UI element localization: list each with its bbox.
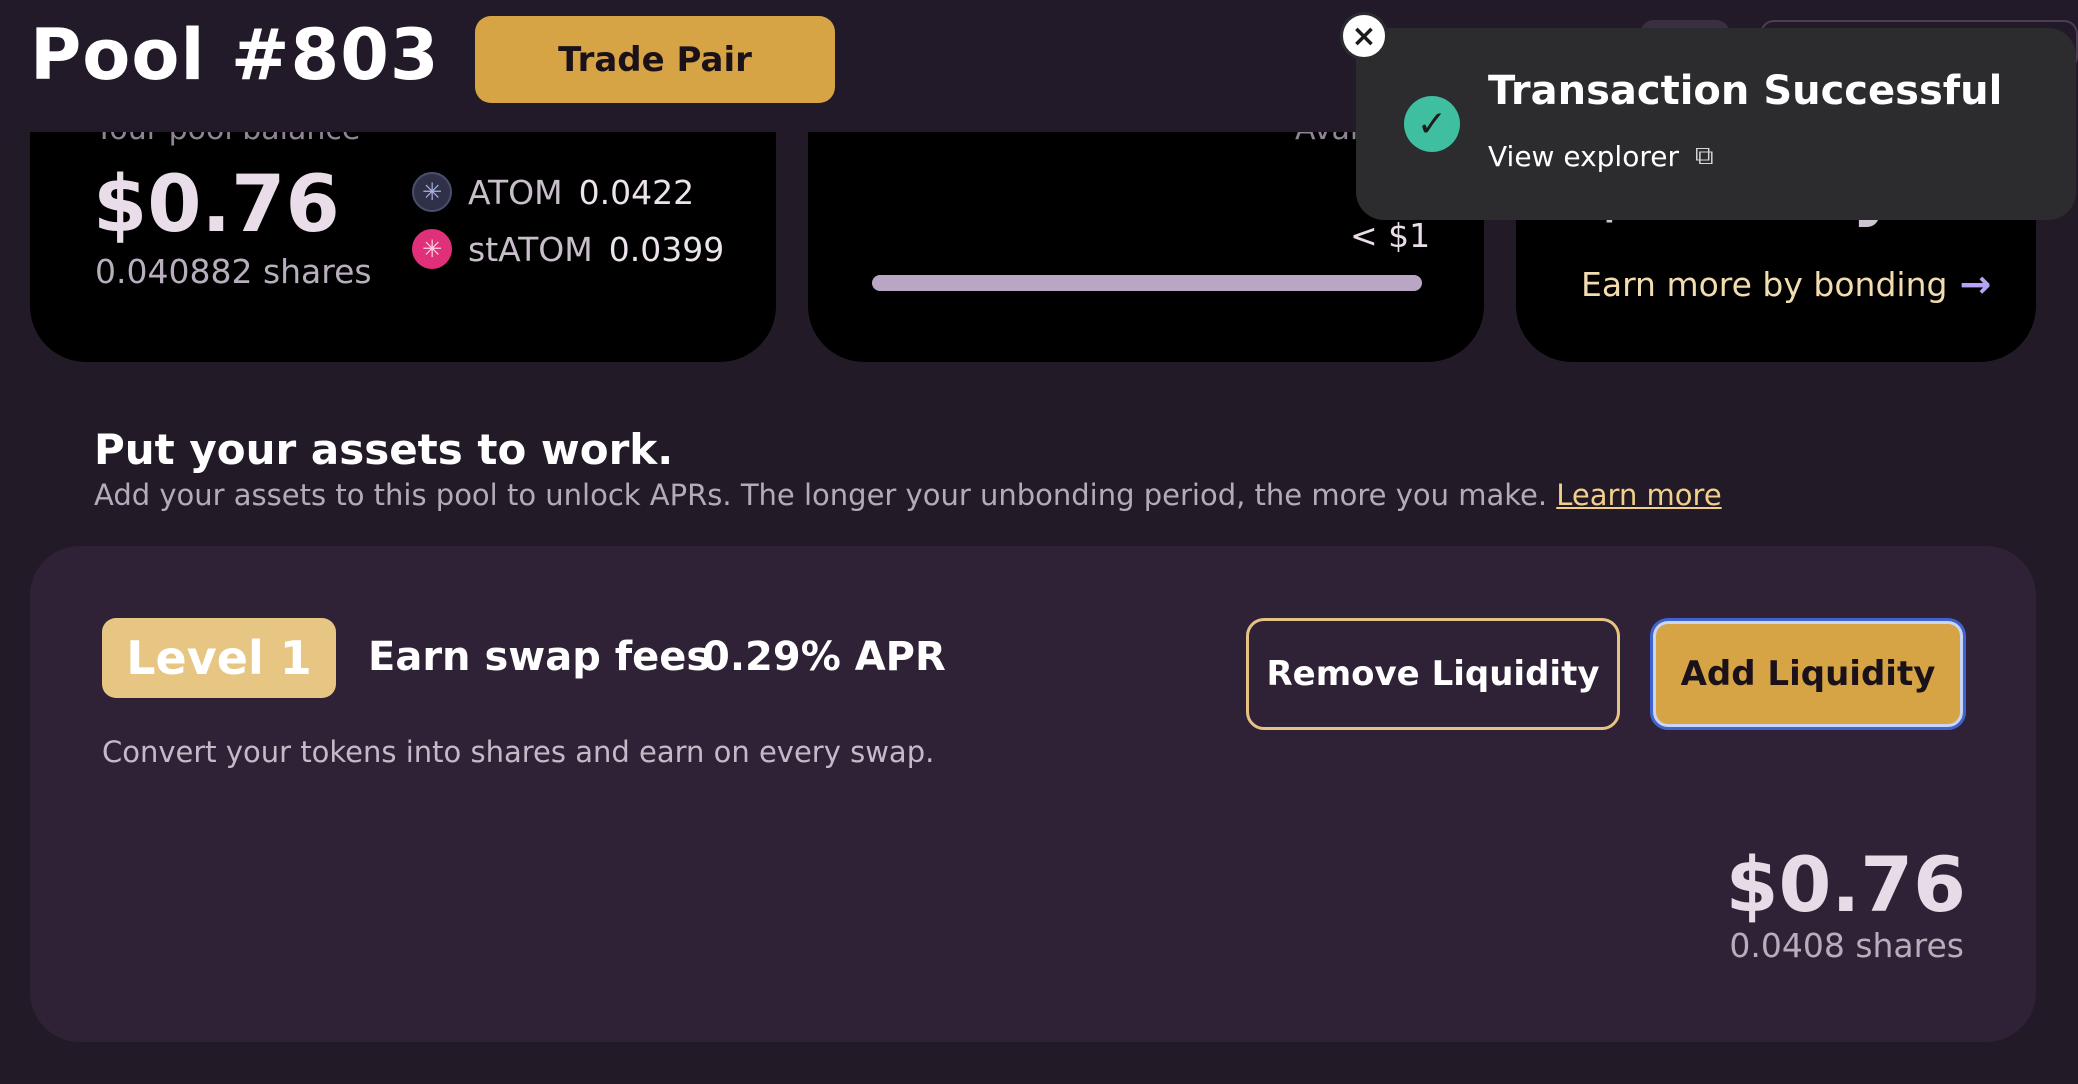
level-value: $0.76: [1725, 840, 1966, 929]
remove-liquidity-button[interactable]: Remove Liquidity: [1246, 618, 1620, 730]
token-row-atom: ✳ ATOM 0.0422: [412, 172, 694, 212]
toast-title: Transaction Successful: [1488, 68, 2003, 114]
check-circle-icon: ✓: [1404, 96, 1460, 152]
transaction-toast: [1356, 28, 2076, 220]
page-title: Pool #803: [30, 14, 440, 96]
section-subtext: Add your assets to this pool to unlock A…: [94, 478, 1722, 512]
section-subtext-body: Add your assets to this pool to unlock A…: [94, 478, 1548, 512]
level-shares: 0.0408 shares: [1729, 926, 1964, 965]
external-link-icon: ⧉: [1694, 141, 1714, 171]
earn-more-label: Earn more by bonding: [1581, 264, 1948, 304]
learn-more-link[interactable]: Learn more: [1556, 478, 1721, 512]
level-description: Convert your tokens into shares and earn…: [102, 735, 935, 769]
apr-label: 0.29% APR: [702, 634, 946, 680]
earn-more-link[interactable]: Earn more by bonding →: [1581, 262, 1991, 306]
level-title: Earn swap fees: [368, 634, 711, 680]
close-icon[interactable]: ×: [1340, 12, 1388, 60]
token-symbol: stATOM: [468, 229, 593, 269]
available-amount: < $1: [1350, 216, 1431, 255]
atom-coin-icon: ✳: [412, 172, 452, 212]
available-progress-bar: [872, 275, 1422, 291]
level-badge: Level 1: [102, 618, 336, 698]
trade-pair-button[interactable]: Trade Pair: [475, 16, 835, 103]
token-symbol: ATOM: [468, 172, 563, 212]
pool-balance-shares: 0.040882 shares: [95, 252, 372, 291]
view-explorer-link[interactable]: View explorer ⧉: [1488, 140, 1714, 173]
pool-balance-value: $0.76: [93, 160, 340, 250]
view-explorer-label: View explorer: [1488, 140, 1679, 173]
token-amount: 0.0399: [608, 229, 725, 269]
section-heading: Put your assets to work.: [94, 425, 674, 474]
add-liquidity-button[interactable]: Add Liquidity: [1650, 618, 1966, 730]
statom-coin-icon: ✳: [412, 229, 452, 269]
token-row-statom: ✳ stATOM 0.0399: [412, 229, 724, 269]
token-amount: 0.0422: [578, 172, 695, 212]
arrow-right-icon: →: [1959, 262, 1992, 306]
